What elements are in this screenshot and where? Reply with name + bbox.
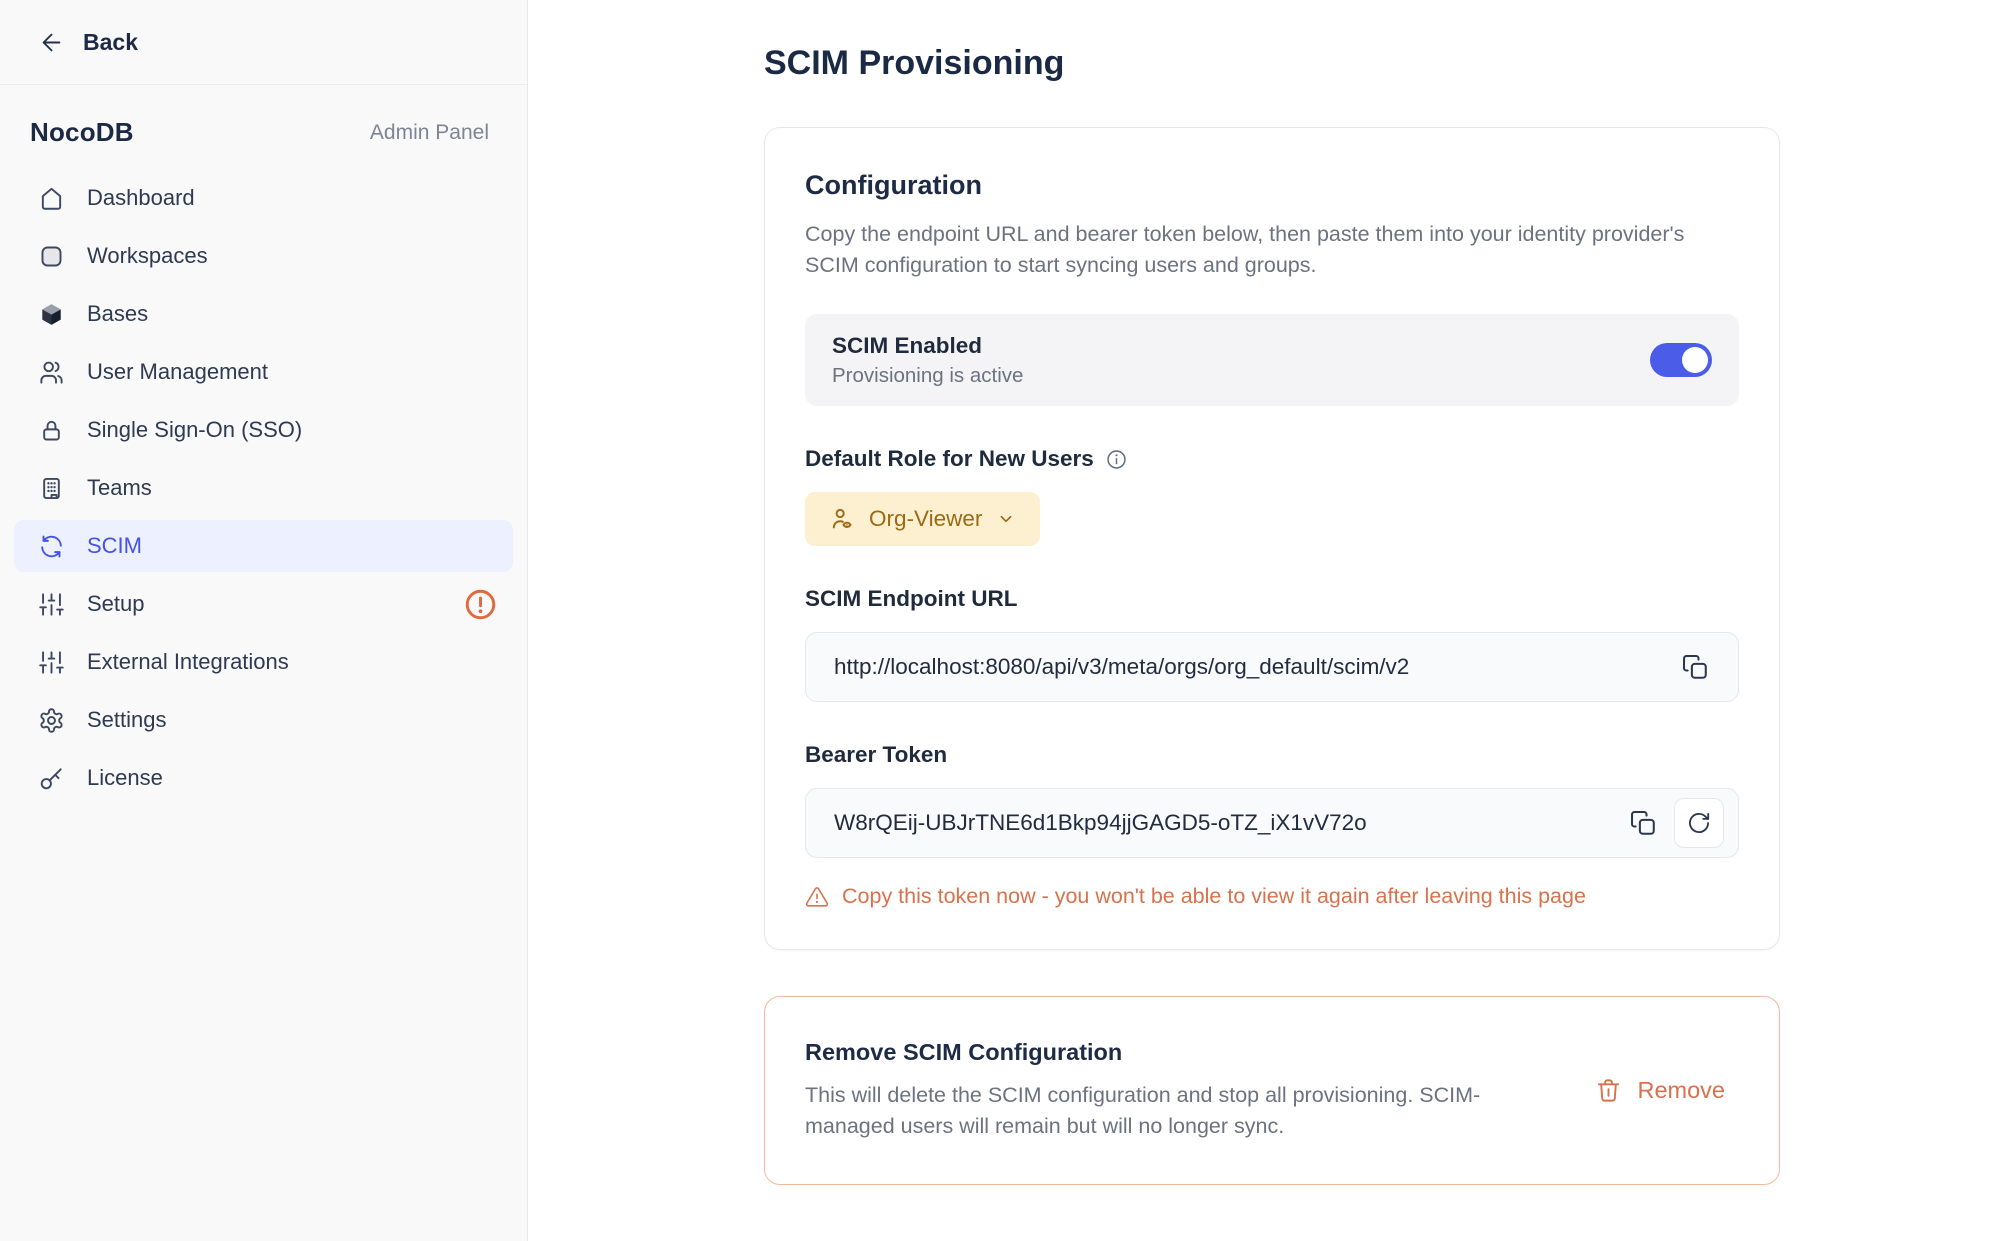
users-icon — [38, 359, 65, 386]
base-cube-icon — [38, 301, 65, 328]
lock-icon — [38, 417, 65, 444]
regenerate-token-button[interactable] — [1674, 798, 1724, 848]
sidebar-header: NocoDB Admin Panel — [0, 85, 527, 170]
sidebar-item-settings[interactable]: Settings — [14, 694, 513, 746]
alert-triangle-icon — [805, 885, 829, 909]
sidebar-item-label: Bases — [87, 301, 499, 327]
sidebar-item-workspaces[interactable]: Workspaces — [14, 230, 513, 282]
configuration-card: Configuration Copy the endpoint URL and … — [764, 127, 1780, 950]
sidebar-item-license[interactable]: License — [14, 752, 513, 804]
token-label: Bearer Token — [805, 742, 1739, 768]
remove-scim-text: Remove SCIM Configuration This will dele… — [805, 1039, 1525, 1142]
scim-enabled-status: Provisioning is active — [832, 364, 1023, 388]
sidebar-item-label: External Integrations — [87, 649, 499, 675]
sidebar-item-teams[interactable]: Teams — [14, 462, 513, 514]
user-viewer-icon — [829, 506, 855, 532]
sliders-icon — [38, 591, 65, 618]
scim-enabled-toggle[interactable] — [1650, 343, 1712, 377]
remove-button-label: Remove — [1637, 1077, 1725, 1104]
gear-icon — [38, 707, 65, 734]
endpoint-url-value: http://localhost:8080/api/v3/meta/orgs/o… — [834, 654, 1681, 680]
bearer-token-value: W8rQEij-UBJrTNE6d1Bkp94jjGAGD5-oTZ_iX1vV… — [834, 810, 1629, 836]
page-title: SCIM Provisioning — [764, 44, 1999, 83]
sync-icon — [38, 533, 65, 560]
alert-circle-icon — [462, 586, 499, 623]
default-role-label-row: Default Role for New Users — [805, 446, 1739, 472]
scim-enabled-label: SCIM Enabled — [832, 333, 1023, 359]
scim-enabled-row: SCIM Enabled Provisioning is active — [805, 314, 1739, 406]
token-warning-row: Copy this token now - you won't be able … — [805, 884, 1739, 909]
workspace-square-icon — [38, 243, 65, 270]
scim-admin-screen: Back NocoDB Admin Panel Dashboard Workspa… — [0, 0, 1999, 1241]
trash-icon — [1595, 1077, 1622, 1104]
sidebar-item-external-integrations[interactable]: External Integrations — [14, 636, 513, 688]
default-role-label: Default Role for New Users — [805, 446, 1094, 472]
back-button[interactable]: Back — [0, 0, 527, 85]
sidebar-item-scim[interactable]: SCIM — [14, 520, 513, 572]
sidebar-item-label: User Management — [87, 359, 499, 385]
sidebar-item-label: Single Sign-On (SSO) — [87, 417, 499, 443]
sliders-icon — [38, 649, 65, 676]
configuration-description: Copy the endpoint URL and bearer token b… — [805, 219, 1739, 280]
sidebar-item-label: Dashboard — [87, 185, 499, 211]
bearer-token-field[interactable]: W8rQEij-UBJrTNE6d1Bkp94jjGAGD5-oTZ_iX1vV… — [805, 788, 1739, 858]
sidebar-item-bases[interactable]: Bases — [14, 288, 513, 340]
endpoint-label: SCIM Endpoint URL — [805, 586, 1739, 612]
scim-enabled-text: SCIM Enabled Provisioning is active — [832, 333, 1023, 388]
home-icon — [38, 185, 65, 212]
remove-scim-description: This will delete the SCIM configuration … — [805, 1080, 1525, 1142]
endpoint-url-field[interactable]: http://localhost:8080/api/v3/meta/orgs/o… — [805, 632, 1739, 702]
remove-scim-card: Remove SCIM Configuration This will dele… — [764, 996, 1780, 1185]
refresh-icon — [1686, 810, 1712, 836]
sidebar: Back NocoDB Admin Panel Dashboard Workspa… — [0, 0, 528, 1241]
key-icon — [38, 765, 65, 792]
sidebar-item-label: SCIM — [87, 533, 499, 559]
info-icon[interactable] — [1105, 448, 1128, 471]
sidebar-item-label: Setup — [87, 591, 440, 617]
sidebar-item-single-sign-on-sso[interactable]: Single Sign-On (SSO) — [14, 404, 513, 456]
sidebar-item-label: Teams — [87, 475, 499, 501]
main-content: SCIM Provisioning Configuration Copy the… — [528, 0, 1999, 1241]
copy-token-button[interactable] — [1629, 809, 1658, 838]
default-role-select[interactable]: Org-Viewer — [805, 492, 1040, 546]
arrow-left-icon — [38, 29, 65, 56]
brand-title: NocoDB — [30, 117, 134, 148]
remove-scim-title: Remove SCIM Configuration — [805, 1039, 1525, 1066]
remove-button[interactable]: Remove — [1595, 1077, 1739, 1104]
sidebar-item-label: Workspaces — [87, 243, 499, 269]
copy-endpoint-button[interactable] — [1681, 653, 1710, 682]
toggle-knob — [1682, 347, 1708, 373]
sidebar-item-user-management[interactable]: User Management — [14, 346, 513, 398]
panel-label: Admin Panel — [370, 121, 489, 145]
token-warning-text: Copy this token now - you won't be able … — [842, 884, 1586, 909]
back-label: Back — [83, 29, 138, 56]
sidebar-item-dashboard[interactable]: Dashboard — [14, 172, 513, 224]
building-icon — [38, 475, 65, 502]
chevron-down-icon — [996, 509, 1016, 529]
default-role-value: Org-Viewer — [869, 506, 982, 532]
sidebar-nav: Dashboard Workspaces Bases User Management S… — [0, 170, 527, 806]
sidebar-item-setup[interactable]: Setup — [14, 578, 513, 630]
sidebar-item-label: Settings — [87, 707, 499, 733]
sidebar-item-label: License — [87, 765, 499, 791]
configuration-title: Configuration — [805, 170, 1739, 201]
